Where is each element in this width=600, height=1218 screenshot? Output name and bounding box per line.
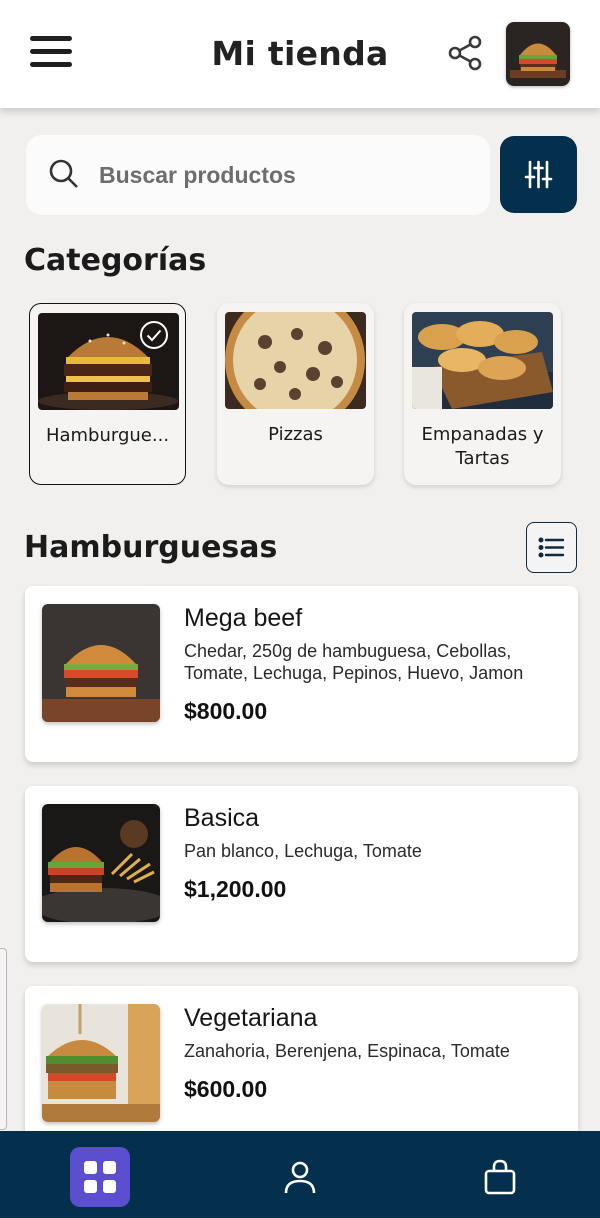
product-price: $600.00: [184, 1076, 268, 1102]
product-name: Basica: [184, 804, 260, 832]
list-view-button[interactable]: [526, 522, 577, 573]
vegetariana-photo: [42, 1004, 160, 1122]
check-circle-icon: [139, 320, 169, 350]
categories-title: Categorías: [24, 243, 207, 278]
category-card-hamburguesas[interactable]: Hamburgue...: [29, 303, 186, 485]
category-label: Empanadas y Tartas: [421, 424, 544, 469]
category-label: Hamburgue...: [45, 425, 170, 446]
category-label: Pizzas: [268, 424, 323, 445]
product-name: Mega beef: [184, 604, 303, 632]
search-input[interactable]: Buscar productos: [99, 162, 296, 189]
side-drawer-handle[interactable]: [0, 948, 7, 1130]
product-description: Zanahoria, Berenjena, Espinaca, Tomate: [184, 1041, 510, 1061]
basica-photo: [42, 804, 160, 922]
search-icon: [48, 158, 80, 190]
share-icon[interactable]: [446, 34, 484, 72]
pizza-photo: [225, 312, 366, 409]
user-icon[interactable]: [280, 1157, 320, 1197]
shopping-bag-icon[interactable]: [480, 1157, 520, 1197]
grid-home-icon[interactable]: [70, 1147, 130, 1207]
product-name: Vegetariana: [184, 1004, 318, 1032]
category-card-pizzas[interactable]: Pizzas: [217, 303, 374, 485]
product-card-mega-beef[interactable]: Mega beef Chedar, 250g de hambuguesa, Ce…: [25, 586, 578, 762]
product-price: $1,200.00: [184, 876, 287, 902]
product-description: Chedar, 250g de hambuguesa, Cebollas, To…: [184, 641, 524, 683]
top-app-bar: Mi tienda: [0, 0, 600, 108]
store-avatar[interactable]: [506, 22, 570, 86]
products-title: Hamburguesas: [24, 530, 278, 565]
product-description: Pan blanco, Lechuga, Tomate: [184, 841, 422, 861]
bottom-navigation: [0, 1131, 600, 1218]
filter-button[interactable]: [500, 136, 577, 213]
product-price: $800.00: [184, 698, 268, 724]
empanadas-photo: [412, 312, 553, 409]
product-card-basica[interactable]: Basica Pan blanco, Lechuga, Tomate $1,20…: [25, 786, 578, 962]
category-card-empanadas[interactable]: Empanadas y Tartas: [404, 303, 561, 485]
mega-beef-photo: [42, 604, 160, 722]
